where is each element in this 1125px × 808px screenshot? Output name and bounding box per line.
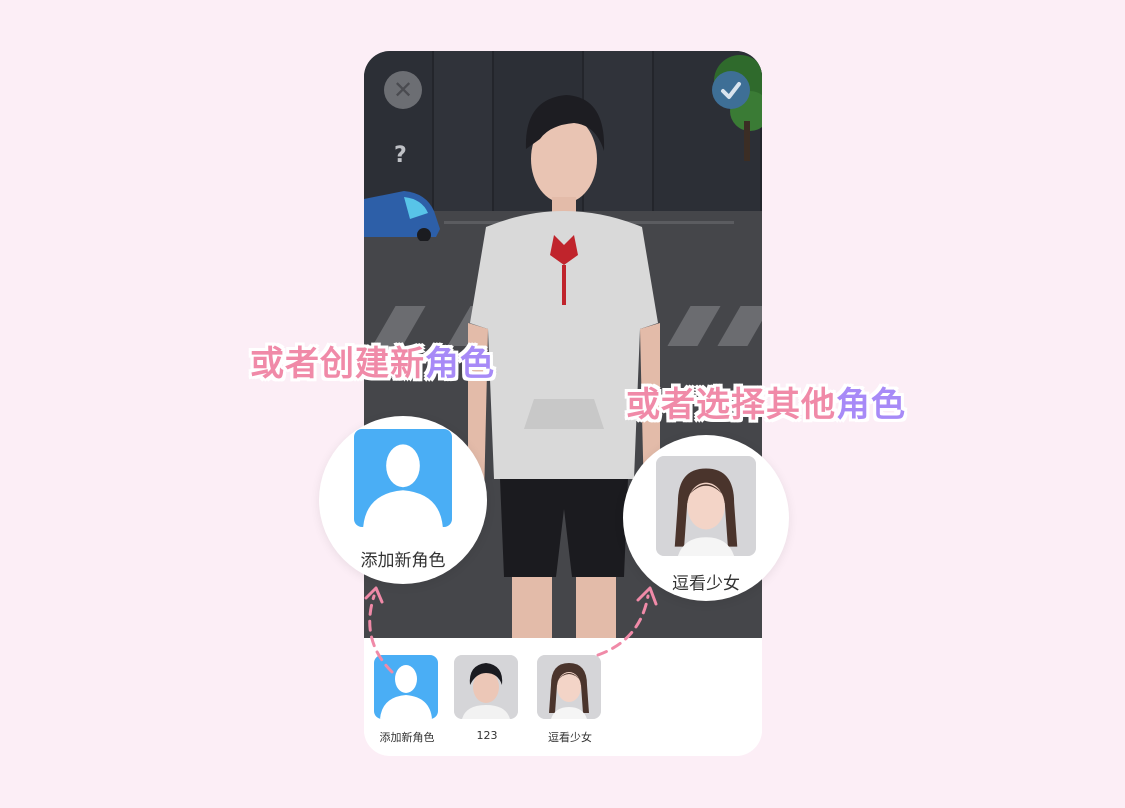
tray-item-add-character[interactable]: 添加新角色 — [374, 655, 440, 745]
girl-character-bubble[interactable]: 逗看少女 — [623, 435, 789, 601]
add-character-bubble[interactable]: 添加新角色 — [319, 416, 487, 584]
boy-avatar — [454, 655, 518, 719]
add-user-icon — [374, 655, 438, 719]
tray-item-boy[interactable]: 123 — [454, 655, 520, 742]
check-icon — [721, 82, 741, 99]
car-icon — [364, 191, 440, 241]
character-tray: 添加新角色 123 逗看少女 — [364, 638, 762, 756]
bubble-label: 添加新角色 — [360, 551, 446, 571]
tray-item-label: 逗看少女 — [548, 731, 592, 744]
tray-item-label: 123 — [476, 729, 498, 742]
select-character-callout: 或者选择其他角色 — [626, 377, 906, 426]
close-button[interactable]: ✕ — [384, 71, 422, 109]
create-character-callout: 或者创建新角色 — [250, 336, 495, 385]
callout-text-highlight: 角色 — [425, 344, 495, 384]
tray-item-girl[interactable]: 逗看少女 — [537, 655, 603, 745]
bubble-label: 逗看少女 — [672, 574, 740, 594]
tray-item-label: 添加新角色 — [379, 731, 435, 744]
girl-avatar — [656, 456, 756, 556]
girl-avatar — [537, 655, 601, 719]
question-mark-icon: ? — [394, 143, 407, 168]
close-icon: ✕ — [392, 76, 414, 104]
callout-text: 或者创建新 — [250, 344, 425, 384]
confirm-button[interactable] — [712, 71, 750, 109]
callout-text-highlight: 角色 — [836, 385, 906, 425]
add-user-icon — [354, 429, 452, 527]
callout-text: 或者选择其他 — [626, 385, 836, 425]
